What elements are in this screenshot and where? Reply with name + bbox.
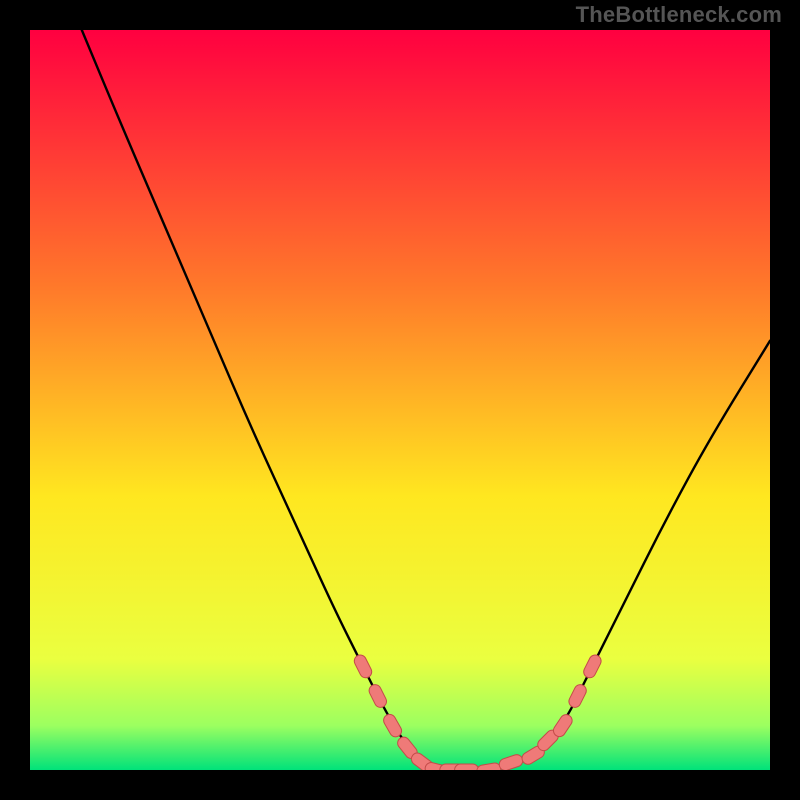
attribution-label: TheBottleneck.com bbox=[576, 2, 782, 28]
chart-frame: TheBottleneck.com bbox=[0, 0, 800, 800]
bottleneck-chart bbox=[30, 30, 770, 770]
data-marker bbox=[455, 764, 479, 770]
gradient-background bbox=[30, 30, 770, 770]
